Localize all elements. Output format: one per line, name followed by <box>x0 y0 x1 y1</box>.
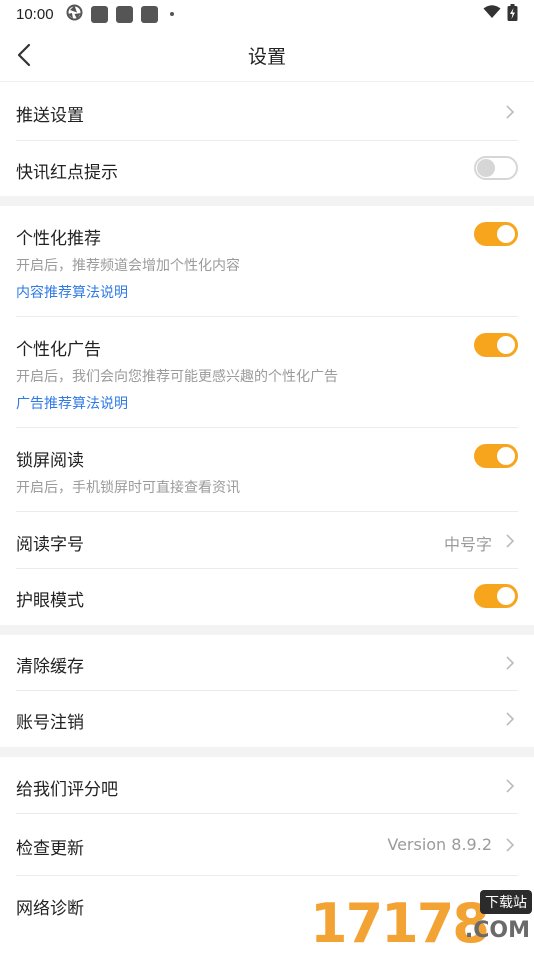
row-label: 阅读字号 <box>16 535 84 555</box>
personalized-ads-row: 个性化广告 开启后，我们会向您推荐可能更感兴趣的个性化广告 广告推荐算法说明 <box>16 317 518 428</box>
section-divider <box>0 625 534 635</box>
row-label: 检查更新 <box>16 839 84 859</box>
personalized-ads-toggle[interactable] <box>474 333 518 357</box>
row-label: 清除缓存 <box>16 657 84 677</box>
row-label: 推送设置 <box>16 106 84 126</box>
rate-us-row[interactable]: 给我们评分吧 <box>16 757 518 814</box>
row-label: 锁屏阅读 <box>16 451 84 471</box>
row-label: 护眼模式 <box>16 591 84 611</box>
rec-algorithm-link[interactable]: 内容推荐算法说明 <box>16 282 128 302</box>
chevron-right-icon <box>504 655 516 671</box>
chevron-right-icon <box>504 533 516 549</box>
personalized-rec-toggle[interactable] <box>474 222 518 246</box>
nav-bar: 设置 <box>0 28 534 82</box>
watermark-domain: .COM <box>464 918 530 943</box>
clear-cache-row[interactable]: 清除缓存 <box>16 635 518 691</box>
site-watermark: 17178 下载站 .COM <box>310 888 534 955</box>
watermark-badge: 下载站 <box>480 890 532 914</box>
watermark-digits: 17178 <box>310 892 490 955</box>
chevron-right-icon <box>504 778 516 794</box>
row-label: 给我们评分吧 <box>16 780 118 800</box>
personalized-rec-row: 个性化推荐 开启后，推荐频道会增加个性化内容 内容推荐算法说明 <box>16 206 518 317</box>
check-update-row[interactable]: 检查更新 Version 8.9.2 <box>16 814 518 876</box>
settings-group-account: 清除缓存 账号注销 <box>0 635 534 747</box>
chevron-right-icon <box>504 711 516 727</box>
row-label: 快讯红点提示 <box>16 163 118 183</box>
notification-icon <box>115 5 133 23</box>
wifi-icon <box>483 5 501 23</box>
font-size-row[interactable]: 阅读字号 中号字 <box>16 512 518 569</box>
lock-read-toggle[interactable] <box>474 444 518 468</box>
row-description: 开启后，我们会向您推荐可能更感兴趣的个性化广告 <box>16 369 338 385</box>
section-divider <box>0 747 534 757</box>
section-divider <box>0 196 534 206</box>
settings-group-content: 个性化推荐 开启后，推荐频道会增加个性化内容 内容推荐算法说明 个性化广告 开启… <box>0 206 534 625</box>
push-settings-row[interactable]: 推送设置 <box>16 83 518 141</box>
battery-icon <box>507 3 518 25</box>
flash-dot-toggle[interactable] <box>474 156 518 180</box>
row-label: 账号注销 <box>16 713 84 733</box>
app-version: Version 8.9.2 <box>387 835 492 854</box>
more-notifications-icon <box>169 12 174 16</box>
notification-icon <box>140 5 158 23</box>
eye-mode-toggle[interactable] <box>474 584 518 608</box>
page-title: 设置 <box>247 46 286 68</box>
lock-read-row: 锁屏阅读 开启后，手机锁屏时可直接查看资讯 <box>16 428 518 512</box>
status-time: 10:00 <box>16 5 54 23</box>
row-label: 网络诊断 <box>16 899 84 919</box>
status-bar: 10:00 <box>0 0 534 28</box>
row-description: 开启后，手机锁屏时可直接查看资讯 <box>16 480 240 496</box>
row-description: 开启后，推荐频道会增加个性化内容 <box>16 258 240 274</box>
chevron-right-icon <box>504 837 516 853</box>
flash-dot-row: 快讯红点提示 <box>16 141 518 196</box>
delete-account-row[interactable]: 账号注销 <box>16 691 518 747</box>
row-label: 个性化广告 <box>16 340 101 360</box>
notification-icon <box>90 5 108 23</box>
ads-algorithm-link[interactable]: 广告推荐算法说明 <box>16 393 128 413</box>
settings-group-notifications: 推送设置 快讯红点提示 <box>0 83 534 196</box>
row-label: 个性化推荐 <box>16 229 101 249</box>
aperture-icon <box>66 4 83 25</box>
font-size-value: 中号字 <box>443 535 492 554</box>
chevron-right-icon <box>504 104 516 120</box>
eye-mode-row: 护眼模式 <box>16 569 518 625</box>
